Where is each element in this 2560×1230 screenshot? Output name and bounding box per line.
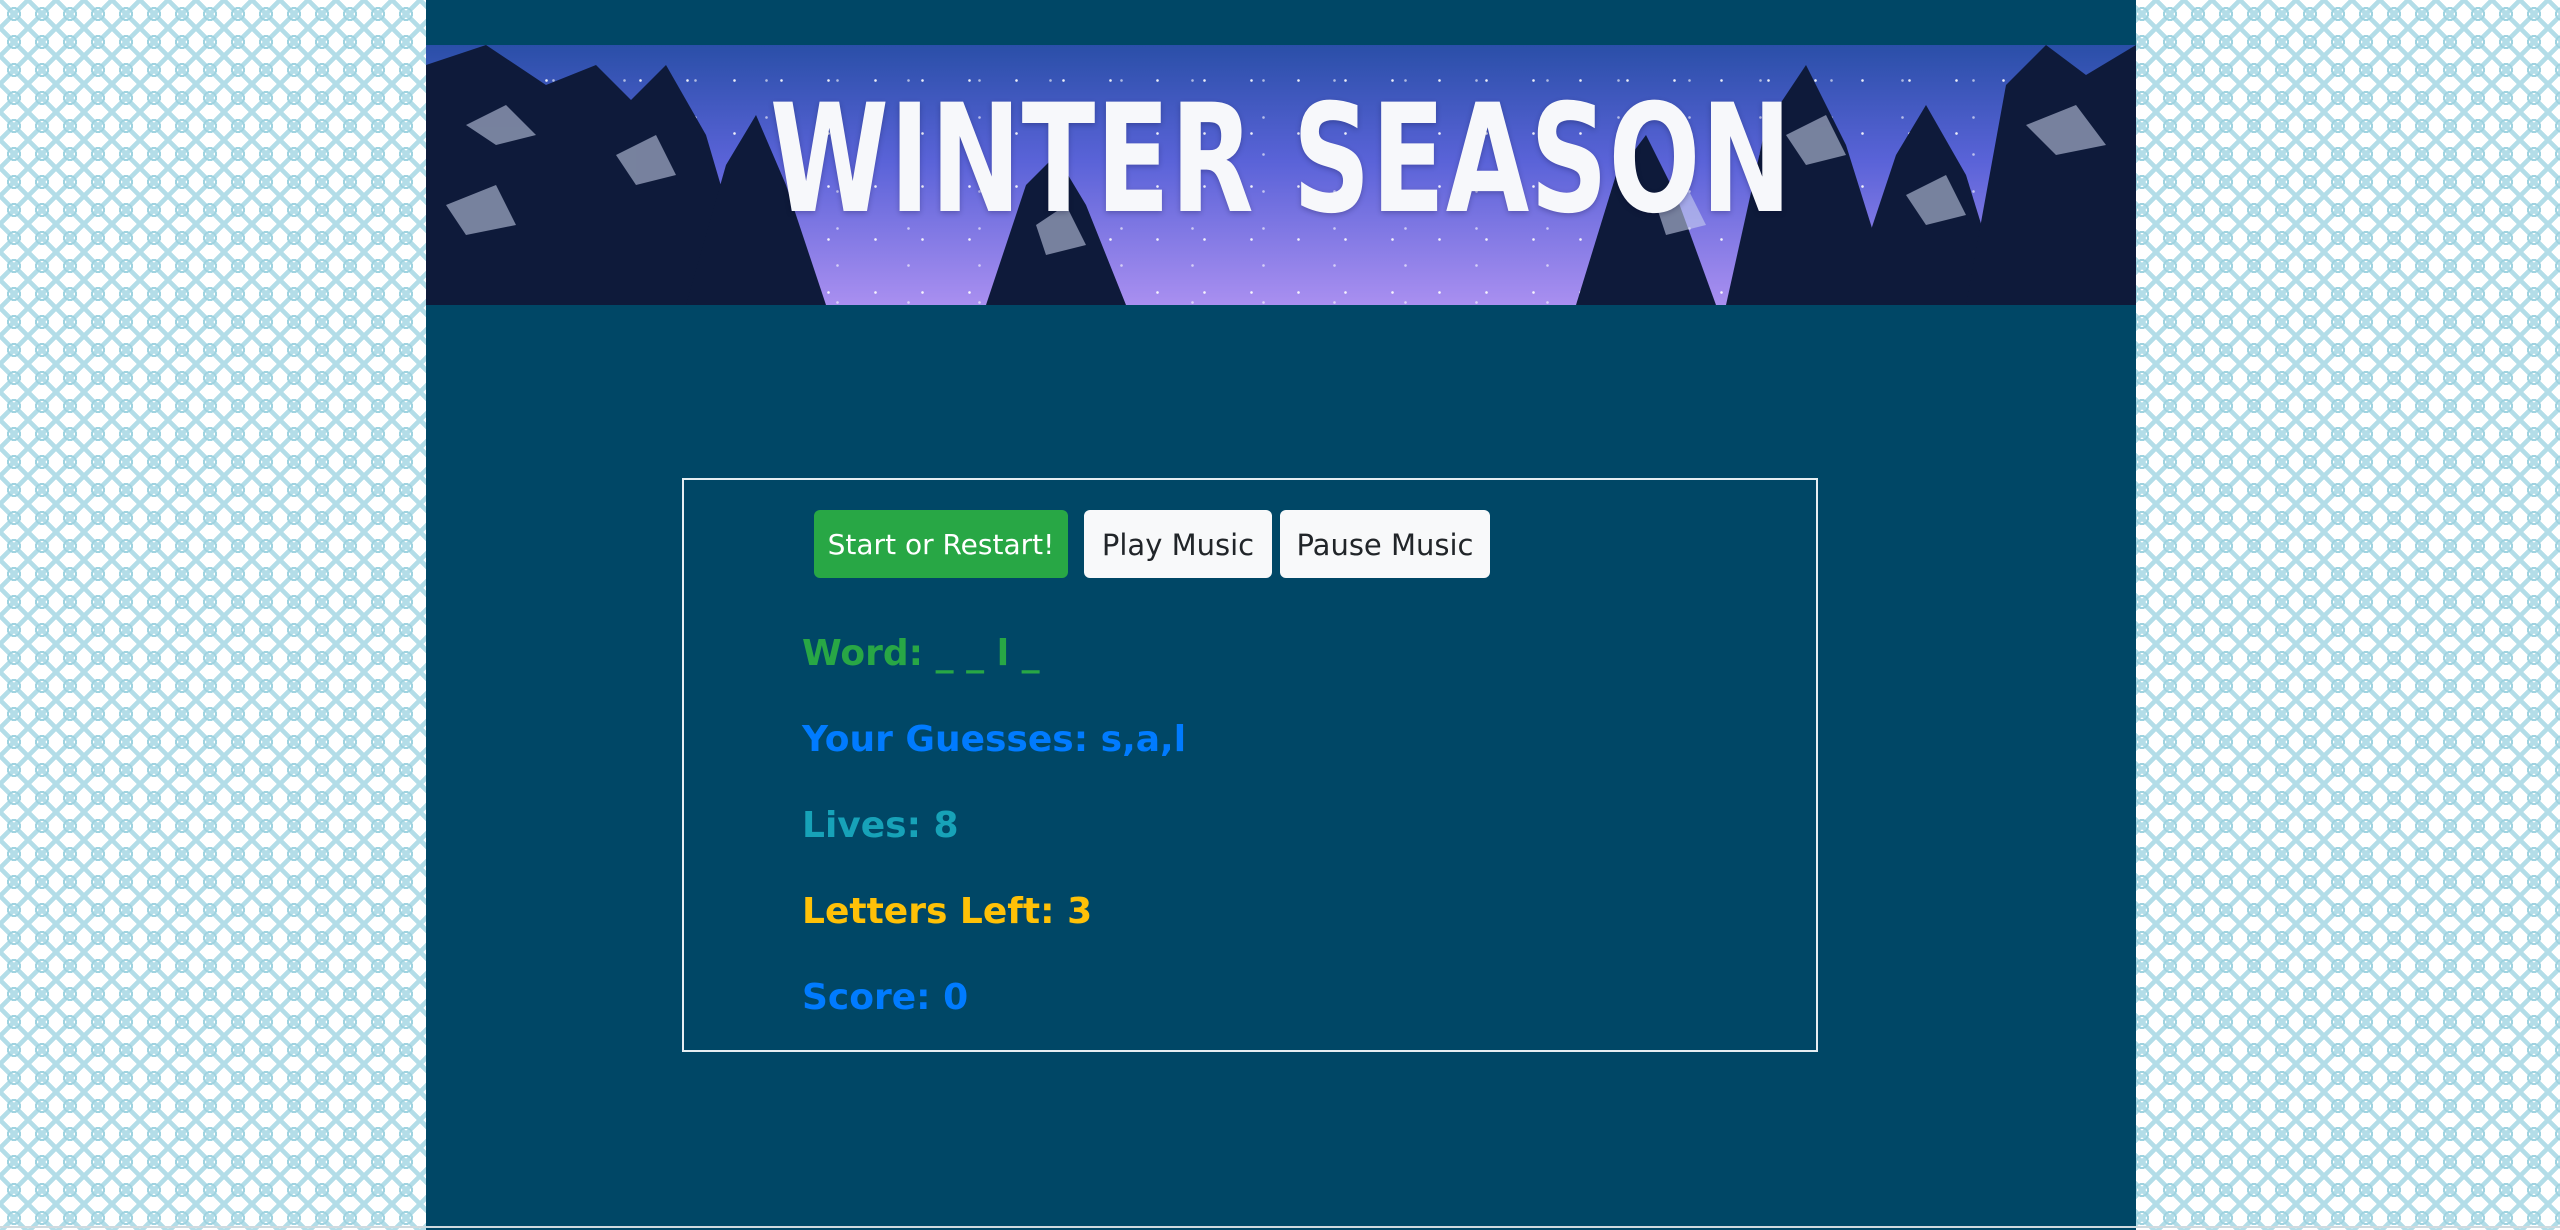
letters-left-label: Letters Left:	[802, 891, 1055, 932]
letters-left-value: 3	[1067, 891, 1093, 932]
banner-title: WINTER SEASON	[769, 73, 1793, 247]
word-label: Word:	[802, 633, 924, 674]
lives-value: 8	[933, 805, 959, 846]
score-value: 0	[943, 977, 969, 1018]
winter-banner: WINTER SEASON	[426, 45, 2136, 305]
word-value: _ _ l _	[935, 633, 1040, 674]
lives-label: Lives:	[802, 805, 921, 846]
start-restart-button[interactable]: Start or Restart!	[814, 510, 1068, 578]
main-container: WINTER SEASON Start or Restart! Play Mus…	[426, 0, 2136, 1230]
pause-music-button[interactable]: Pause Music	[1280, 510, 1490, 578]
guesses-display: Your Guesses: s,a,l	[802, 718, 1186, 762]
word-display: Word: _ _ l _	[802, 632, 1040, 676]
guesses-value: s,a,l	[1100, 719, 1187, 760]
lives-display: Lives: 8	[802, 804, 959, 848]
page-bottom-divider	[0, 1226, 2560, 1228]
score-label: Score:	[802, 977, 931, 1018]
guesses-label: Your Guesses:	[802, 719, 1089, 760]
play-music-button[interactable]: Play Music	[1084, 510, 1272, 578]
score-display: Score: 0	[802, 976, 968, 1020]
letters-left-display: Letters Left: 3	[802, 890, 1092, 934]
game-panel: Start or Restart! Play Music Pause Music…	[682, 478, 1818, 1052]
